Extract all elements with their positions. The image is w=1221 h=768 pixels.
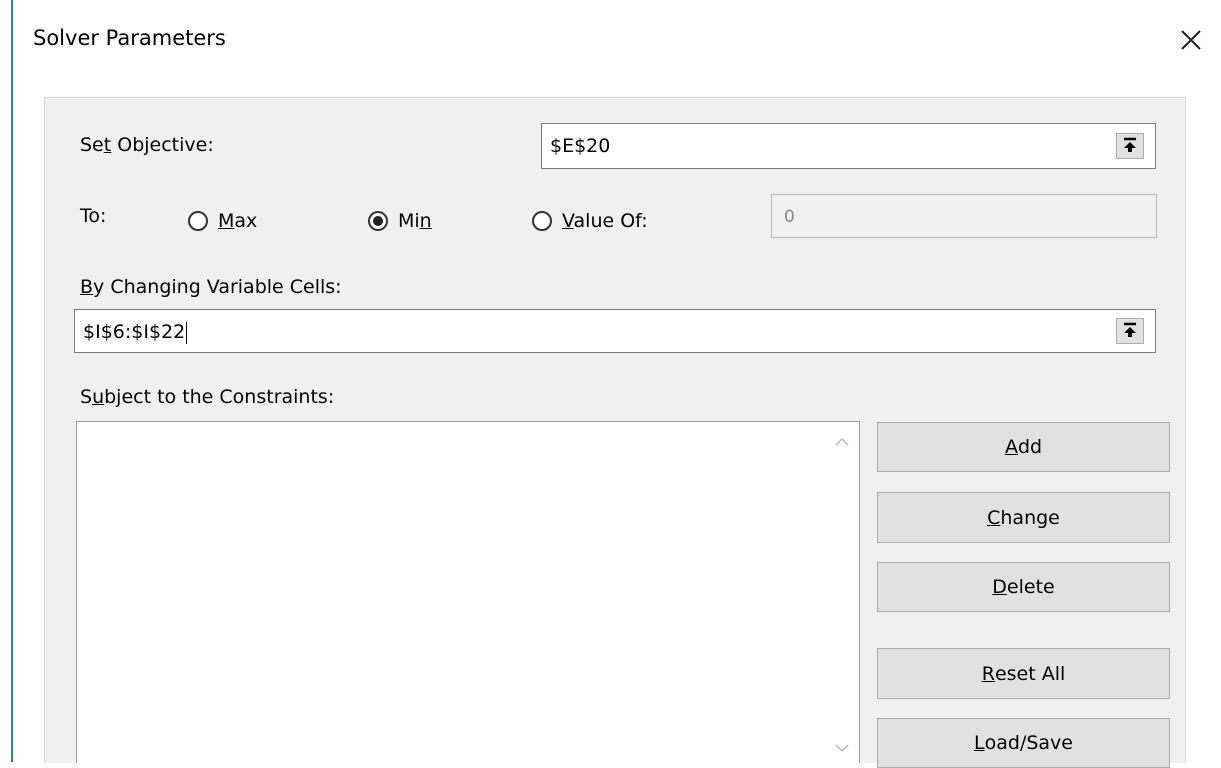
collapse-dialog-icon xyxy=(1124,322,1136,337)
radio-max-indicator xyxy=(188,211,208,231)
changing-cells-value: $I$6:$I$22 xyxy=(83,321,186,343)
to-label: To: xyxy=(80,205,107,227)
radio-value-of-label: Value Of: xyxy=(562,210,648,232)
load-save-button[interactable]: Load/Save xyxy=(877,718,1170,768)
radio-min[interactable]: Min xyxy=(368,210,432,232)
chevron-up-icon xyxy=(835,437,849,446)
chevron-down-icon xyxy=(835,744,849,753)
collapse-dialog-icon xyxy=(1124,137,1136,152)
title-bar: Solver Parameters xyxy=(13,0,1221,84)
radio-min-label: Min xyxy=(398,210,432,232)
constraints-list[interactable] xyxy=(76,421,860,763)
value-of-input[interactable]: 0 xyxy=(771,194,1157,238)
add-button[interactable]: Add xyxy=(877,422,1170,472)
change-button[interactable]: Change xyxy=(877,492,1170,543)
radio-value-of[interactable]: Value Of: xyxy=(532,210,648,232)
window-border xyxy=(11,0,13,762)
set-objective-label: Set Objective: xyxy=(80,134,214,156)
radio-max-label: Max xyxy=(218,210,258,232)
value-of-value: 0 xyxy=(784,207,795,227)
close-icon xyxy=(1181,30,1201,50)
set-objective-collapse-button[interactable] xyxy=(1116,133,1144,159)
text-cursor xyxy=(186,321,188,344)
reset-all-button[interactable]: Reset All xyxy=(877,648,1170,699)
radio-min-indicator xyxy=(368,211,388,231)
scroll-down-button[interactable] xyxy=(832,738,852,758)
changing-cells-collapse-button[interactable] xyxy=(1116,318,1144,344)
changing-cells-label: By Changing Variable Cells: xyxy=(80,276,342,298)
dialog-title: Solver Parameters xyxy=(33,26,226,50)
radio-value-of-indicator xyxy=(532,211,552,231)
close-button[interactable] xyxy=(1173,22,1209,58)
solver-panel: Set Objective: $E$20 To: Max Min Value O… xyxy=(44,97,1186,768)
set-objective-value: $E$20 xyxy=(550,135,611,157)
constraints-label: Subject to the Constraints: xyxy=(80,386,335,408)
set-objective-input[interactable]: $E$20 xyxy=(541,123,1156,169)
radio-max[interactable]: Max xyxy=(188,210,257,232)
scroll-up-button[interactable] xyxy=(832,432,852,452)
delete-button[interactable]: Delete xyxy=(877,562,1170,612)
changing-cells-input[interactable]: $I$6:$I$22 xyxy=(74,309,1156,353)
